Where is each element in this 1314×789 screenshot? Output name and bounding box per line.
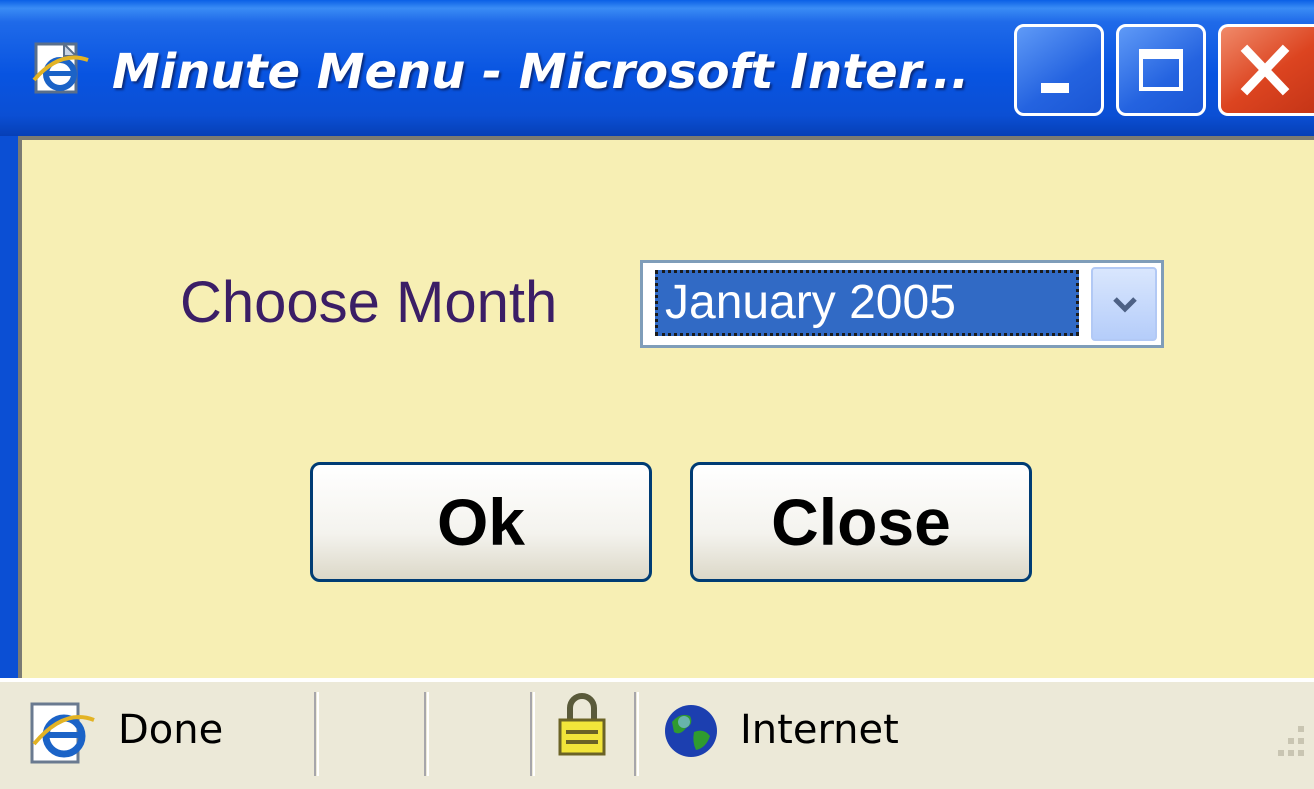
status-divider (424, 692, 429, 776)
close-button[interactable]: Close (690, 462, 1032, 582)
month-select-value[interactable]: January 2005 (655, 270, 1079, 336)
dropdown-button[interactable] (1091, 267, 1157, 341)
status-divider (530, 692, 535, 776)
choose-month-label: Choose Month (180, 270, 558, 335)
title-bar[interactable]: Minute Menu - Microsoft Inter... (0, 0, 1314, 136)
lock-icon (556, 686, 608, 762)
window-title: Minute Menu - Microsoft Inter... (112, 44, 970, 100)
maximize-button[interactable] (1116, 24, 1206, 116)
close-window-button[interactable] (1218, 24, 1314, 116)
globe-icon (662, 702, 720, 760)
zone-text: Internet (740, 707, 899, 753)
ie-icon (28, 698, 98, 768)
ie-page-icon (30, 40, 90, 96)
minimize-button[interactable] (1014, 24, 1104, 116)
month-select[interactable]: January 2005 (640, 260, 1164, 348)
resize-grip-icon[interactable] (1262, 718, 1314, 770)
page-content (18, 136, 1314, 678)
status-divider (314, 692, 319, 776)
ok-button[interactable]: Ok (310, 462, 652, 582)
status-divider (634, 692, 639, 776)
browser-popup-window: Minute Menu - Microsoft Inter... Choose … (0, 0, 1314, 789)
status-bar: Done Internet (0, 678, 1314, 789)
status-text: Done (118, 707, 224, 753)
